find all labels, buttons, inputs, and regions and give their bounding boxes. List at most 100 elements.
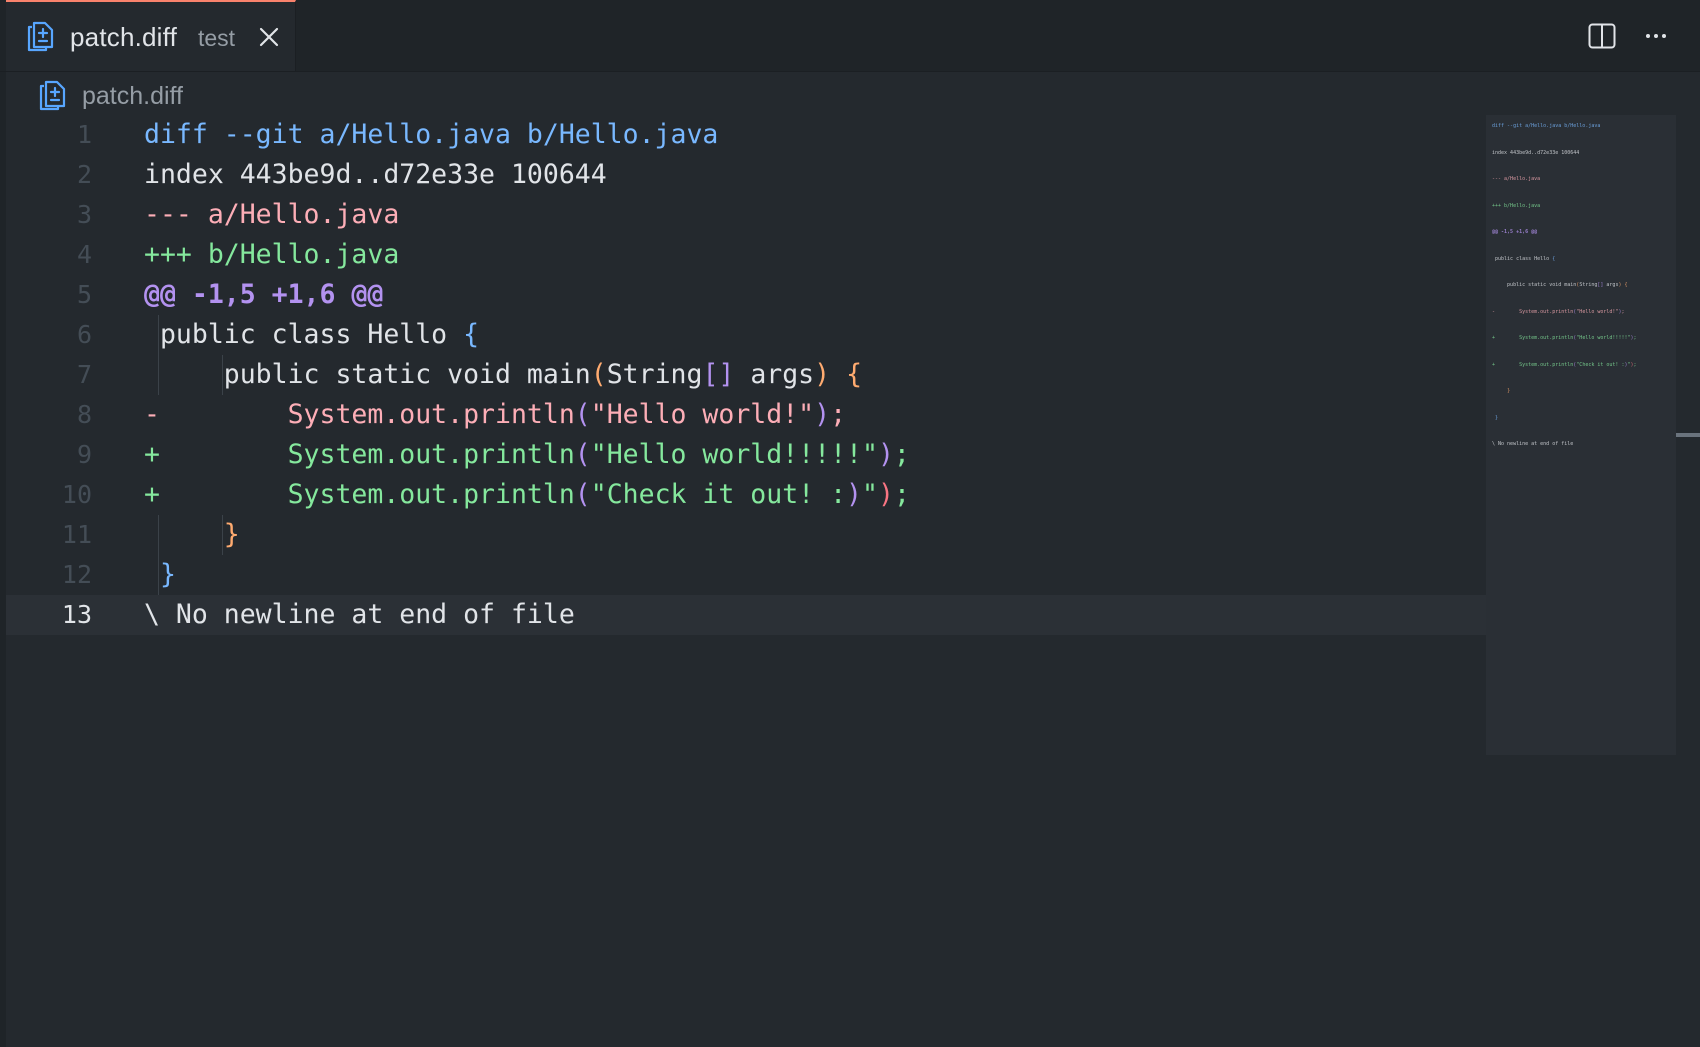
- code-line[interactable]: 1 diff --git a/Hello.java b/Hello.java: [6, 115, 1486, 155]
- code-token: + System.out.println: [144, 479, 575, 510]
- code-token: index 443be9d..d72e33e 100644: [144, 159, 607, 190]
- code-line[interactable]: 7 public static void main(String[] args)…: [6, 355, 1486, 395]
- code-line[interactable]: 2 index 443be9d..d72e33e 100644: [6, 155, 1486, 195]
- line-number: 6: [76, 320, 92, 349]
- code-line[interactable]: 12 }: [6, 555, 1486, 595]
- code-text: @@ -1,5 +1,6 @@: [144, 275, 383, 315]
- minimap[interactable]: diff --git a/Hello.java b/Hello.java inde…: [1486, 115, 1676, 755]
- line-number: 2: [76, 160, 92, 189]
- minimap-line: + System.out.println("Hello world!!!!!")…: [1492, 335, 1637, 341]
- code-text: public static void main(String[] args) {: [144, 355, 862, 395]
- code-token: ;: [893, 479, 910, 510]
- minimap-line: --- a/Hello.java: [1492, 176, 1541, 182]
- split-editor-icon[interactable]: [1587, 21, 1617, 51]
- code-text: - System.out.println("Hello world!");: [144, 395, 846, 435]
- code-token: "Hello world!": [590, 399, 815, 430]
- minimap-line: - System.out.println("Hello world!");: [1492, 308, 1625, 315]
- tab-title: patch.diff: [70, 22, 178, 52]
- code-token: ): [814, 359, 831, 390]
- code-token: (: [574, 439, 591, 470]
- code-line[interactable]: 11 }: [6, 515, 1486, 555]
- minimap-line: + System.out.println("Check it out! :)")…: [1492, 361, 1637, 368]
- line-number: 3: [76, 200, 92, 229]
- line-number: 1: [76, 120, 92, 149]
- code-token: \ No newline at end of file: [144, 599, 575, 630]
- code-text: index 443be9d..d72e33e 100644: [144, 155, 607, 195]
- code-text: --- a/Hello.java: [144, 195, 399, 235]
- minimap-line: diff --git a/Hello.java b/Hello.java: [1492, 123, 1601, 129]
- code-token: +++ b/Hello.java: [144, 239, 400, 270]
- scrollbar-position-marker: [1676, 433, 1700, 437]
- tab-bar: patch.diff test: [0, 0, 1700, 72]
- code-line[interactable]: 3 --- a/Hello.java: [6, 195, 1486, 235]
- code-line[interactable]: 6 public class Hello {: [6, 315, 1486, 355]
- code-token: ): [877, 479, 894, 510]
- code-text: \ No newline at end of file: [144, 595, 575, 635]
- code-text: diff --git a/Hello.java b/Hello.java: [144, 115, 718, 155]
- code-text: }: [144, 555, 176, 595]
- tab-description: test: [198, 25, 236, 51]
- code-token: ": [862, 479, 878, 510]
- code-line[interactable]: 9 + System.out.println("Hello world!!!!!"…: [6, 435, 1486, 475]
- tab-patch-diff[interactable]: patch.diff test: [6, 0, 296, 71]
- code-editor[interactable]: 1 diff --git a/Hello.java b/Hello.java 2 in…: [6, 115, 1486, 1047]
- line-number: 5: [76, 280, 92, 309]
- code-line[interactable]: 10 + System.out.println("Check it out! :)…: [6, 475, 1486, 515]
- code-text: +++ b/Hello.java: [144, 235, 399, 275]
- code-text: + System.out.println("Hello world!!!!!")…: [144, 435, 910, 475]
- code-token: args: [734, 359, 815, 390]
- code-token: public static void main: [144, 359, 591, 390]
- code-token: ;: [893, 439, 910, 470]
- minimap-line: \ No newline at end of file: [1492, 441, 1574, 447]
- code-token: ): [877, 439, 894, 470]
- code-token: "Check it out! :: [590, 479, 847, 510]
- code-token: - System.out.println: [144, 399, 575, 430]
- minimap-line: @@ -1,5 +1,6 @@: [1492, 229, 1538, 235]
- code-token: (: [590, 359, 607, 390]
- code-line[interactable]: 5 @@ -1,5 +1,6 @@: [6, 275, 1486, 315]
- code-token: @@ -1,5 +1,6 @@: [144, 279, 384, 310]
- line-number: 11: [61, 520, 92, 549]
- code-token: String: [606, 359, 703, 390]
- minimap-line: index 443be9d..d72e33e 100644: [1492, 149, 1580, 156]
- line-number: 10: [61, 480, 92, 509]
- code-text: }: [144, 515, 240, 555]
- vertical-scrollbar[interactable]: [1676, 115, 1700, 1047]
- minimap-line: public static void main(String[] args) {: [1492, 282, 1628, 288]
- line-number: 13: [61, 600, 92, 629]
- code-line[interactable]: 13 \ No newline at end of file: [6, 595, 1486, 635]
- breadcrumb-label[interactable]: patch.diff: [82, 82, 183, 111]
- diff-file-icon: [39, 80, 66, 111]
- code-token: }: [159, 559, 176, 590]
- code-line[interactable]: 4 +++ b/Hello.java: [6, 235, 1486, 275]
- line-number: 9: [76, 440, 92, 469]
- code-token: public class Hello: [144, 319, 464, 350]
- minimap-line: }: [1495, 414, 1499, 421]
- code-text: + System.out.println("Check it out! :)")…: [144, 475, 910, 515]
- code-token: (: [574, 479, 591, 510]
- code-token: {: [463, 319, 480, 350]
- editor-window: patch.diff test patch.diff 1 diff --git a…: [0, 0, 1700, 1047]
- diff-file-icon: [27, 21, 54, 52]
- code-token: diff --git a/Hello.java b/Hello.java: [144, 119, 719, 150]
- code-token: ): [814, 399, 831, 430]
- code-token: ): [846, 479, 862, 510]
- minimap-line: +++ b/Hello.java: [1492, 202, 1541, 209]
- close-icon[interactable]: [256, 24, 282, 50]
- code-text: public class Hello {: [144, 315, 479, 355]
- line-number: 8: [76, 400, 92, 429]
- line-number: 7: [76, 360, 92, 389]
- code-token: ;: [830, 399, 847, 430]
- code-token: []: [702, 359, 735, 390]
- minimap-line: public class Hello {: [1492, 255, 1556, 262]
- more-actions-icon[interactable]: [1641, 21, 1671, 51]
- code-token: --- a/Hello.java: [144, 199, 400, 230]
- code-line[interactable]: 8 - System.out.println("Hello world!");: [6, 395, 1486, 435]
- code-token: "Hello world!!!!!": [590, 439, 878, 470]
- line-number: 4: [76, 240, 92, 269]
- line-number: 12: [61, 560, 92, 589]
- minimap-line: }: [1507, 388, 1511, 394]
